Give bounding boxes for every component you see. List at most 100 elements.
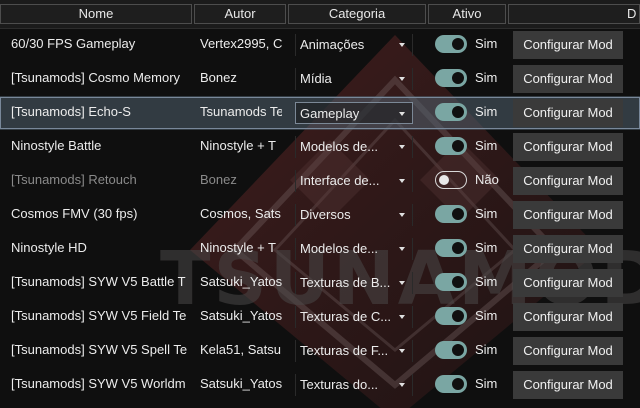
active-toggle[interactable] (435, 375, 467, 393)
table-row[interactable]: [Tsunamods] SYW V5 Field Te Satsuki_Yato… (0, 300, 640, 334)
active-toggle[interactable] (435, 137, 467, 155)
chevron-down-icon (399, 247, 405, 251)
category-value: Texturas do... (300, 377, 379, 392)
header-extra[interactable]: D (508, 4, 640, 24)
active-label: Sim (475, 206, 498, 221)
configure-mod-button[interactable]: Configurar Mod (513, 31, 623, 59)
header-active[interactable]: Ativo (428, 4, 506, 24)
active-toggle[interactable] (435, 205, 467, 223)
chevron-down-icon (399, 349, 405, 353)
table-row[interactable]: [Tsunamods] Retouch Bonez Interface de..… (0, 164, 640, 198)
category-dropdown[interactable]: Diversos (295, 204, 413, 226)
category-dropdown[interactable]: Texturas de B... (295, 272, 413, 294)
configure-mod-button[interactable]: Configurar Mod (513, 167, 623, 195)
mod-author: Satsuki_Yatos (200, 274, 282, 289)
toggle-knob (452, 276, 464, 288)
mod-author: Tsunamods Te (200, 104, 282, 119)
active-label: Sim (475, 36, 498, 51)
category-dropdown[interactable]: Interface de... (295, 170, 413, 192)
active-label: Sim (475, 376, 498, 391)
active-toggle[interactable] (435, 103, 467, 121)
header-category[interactable]: Categoria (288, 4, 426, 24)
table-row[interactable]: [Tsunamods] Cosmo Memory Bonez Mídia Sim… (0, 62, 640, 96)
category-value: Texturas de B... (300, 275, 391, 290)
category-value: Animações (300, 37, 365, 52)
chevron-down-icon (399, 112, 405, 116)
mod-author: Bonez (200, 70, 237, 85)
category-dropdown[interactable]: Mídia (295, 68, 413, 90)
table-row[interactable]: Ninostyle Battle Ninostyle + T Modelos d… (0, 130, 640, 164)
header-author[interactable]: Autor (194, 4, 286, 24)
chevron-down-icon (399, 179, 405, 183)
mod-name: Ninostyle HD (11, 240, 87, 255)
mod-manager-window: TSUNAMODS Nome Autor Categoria Ativo D 6… (0, 0, 640, 408)
mod-author: Cosmos, Sats (200, 206, 281, 221)
mod-author: Vertex2995, C (200, 36, 282, 51)
table-row[interactable]: Cosmos FMV (30 fps) Cosmos, Sats Diverso… (0, 198, 640, 232)
table-row[interactable]: [Tsunamods] SYW V5 Spell Te Kela51, Sats… (0, 334, 640, 368)
table-row[interactable]: [Tsunamods] SYW V5 Battle T Satsuki_Yato… (0, 266, 640, 300)
category-dropdown[interactable]: Texturas de F... (295, 340, 413, 362)
mod-name: [Tsunamods] SYW V5 Worldm (11, 376, 186, 391)
chevron-down-icon (399, 383, 405, 387)
active-toggle[interactable] (435, 171, 467, 189)
chevron-down-icon (399, 77, 405, 81)
toggle-knob (452, 310, 464, 322)
configure-mod-button[interactable]: Configurar Mod (513, 371, 623, 399)
header-name[interactable]: Nome (0, 4, 192, 24)
configure-mod-button[interactable]: Configurar Mod (513, 235, 623, 263)
mod-name: 60/30 FPS Gameplay (11, 36, 136, 51)
toggle-knob (452, 344, 464, 356)
active-label: Não (475, 172, 499, 187)
toggle-knob (452, 106, 464, 118)
toggle-knob (452, 378, 464, 390)
toggle-knob (452, 38, 464, 50)
active-toggle[interactable] (435, 307, 467, 325)
category-dropdown[interactable]: Modelos de... (295, 136, 413, 158)
table-row[interactable]: Ninostyle HD Ninostyle + T Modelos de...… (0, 232, 640, 266)
mod-list: 60/30 FPS Gameplay Vertex2995, C Animaçõ… (0, 28, 640, 402)
configure-mod-button[interactable]: Configurar Mod (513, 337, 623, 365)
category-value: Mídia (300, 71, 332, 86)
category-dropdown[interactable]: Texturas do... (295, 374, 413, 396)
active-toggle[interactable] (435, 273, 467, 291)
category-value: Gameplay (300, 106, 360, 121)
chevron-down-icon (399, 315, 405, 319)
active-label: Sim (475, 70, 498, 85)
active-toggle[interactable] (435, 341, 467, 359)
category-value: Modelos de... (300, 139, 379, 154)
chevron-down-icon (399, 43, 405, 47)
active-toggle[interactable] (435, 69, 467, 87)
category-dropdown[interactable]: Modelos de... (295, 238, 413, 260)
category-value: Diversos (300, 207, 351, 222)
mod-author: Satsuki_Yatos (200, 376, 282, 391)
configure-mod-button[interactable]: Configurar Mod (513, 133, 623, 161)
table-row[interactable]: 60/30 FPS Gameplay Vertex2995, C Animaçõ… (0, 28, 640, 62)
mod-name: [Tsunamods] SYW V5 Field Te (11, 308, 187, 323)
active-label: Sim (475, 138, 498, 153)
category-dropdown[interactable]: Gameplay (295, 102, 413, 124)
toggle-knob (452, 208, 464, 220)
category-dropdown[interactable]: Texturas de C... (295, 306, 413, 328)
mod-author: Ninostyle + T (200, 138, 276, 153)
category-value: Modelos de... (300, 241, 379, 256)
toggle-knob (452, 72, 464, 84)
mod-author: Ninostyle + T (200, 240, 276, 255)
configure-mod-button[interactable]: Configurar Mod (513, 303, 623, 331)
active-toggle[interactable] (435, 35, 467, 53)
active-label: Sim (475, 274, 498, 289)
active-toggle[interactable] (435, 239, 467, 257)
toggle-knob (452, 242, 464, 254)
configure-mod-button[interactable]: Configurar Mod (513, 269, 623, 297)
table-row[interactable]: [Tsunamods] SYW V5 Worldm Satsuki_Yatos … (0, 368, 640, 402)
configure-mod-button[interactable]: Configurar Mod (513, 99, 623, 127)
table-row-selected[interactable]: [Tsunamods] Echo-S Tsunamods Te Gameplay… (0, 96, 640, 130)
configure-mod-button[interactable]: Configurar Mod (513, 201, 623, 229)
active-label: Sim (475, 308, 498, 323)
chevron-down-icon (399, 145, 405, 149)
category-dropdown[interactable]: Animações (295, 34, 413, 56)
mod-name: [Tsunamods] Retouch (11, 172, 137, 187)
chevron-down-icon (399, 213, 405, 217)
configure-mod-button[interactable]: Configurar Mod (513, 65, 623, 93)
category-value: Interface de... (300, 173, 380, 188)
